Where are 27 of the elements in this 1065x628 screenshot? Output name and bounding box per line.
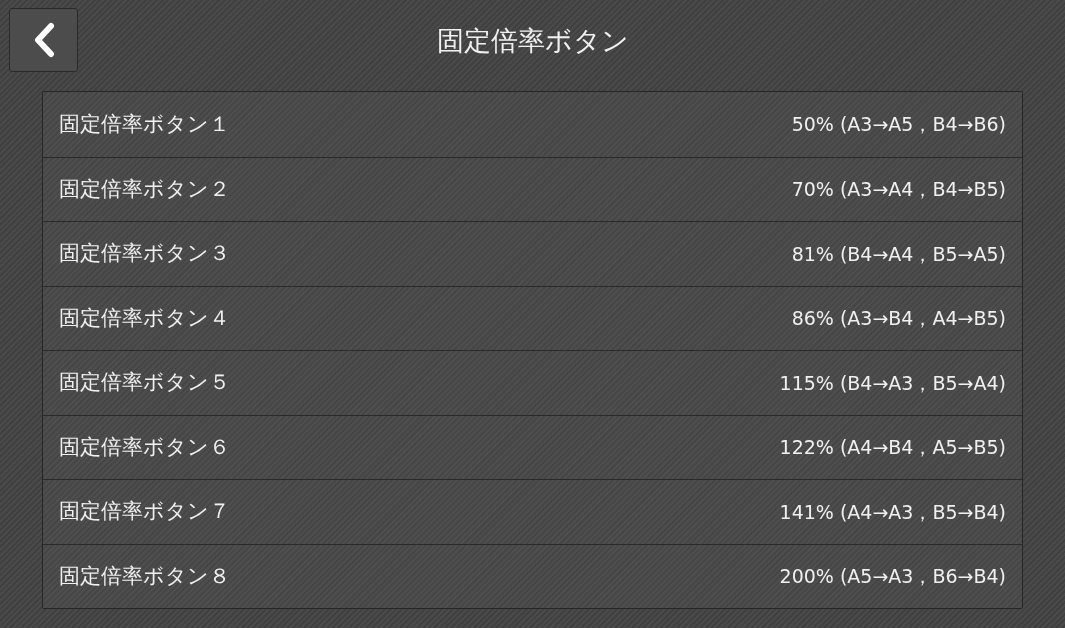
item-value: 122% (A4→B4，A5→B5)	[779, 435, 1006, 460]
item-value: 81% (B4→A4，B5→A5)	[791, 241, 1006, 267]
list-item[interactable]: 固定倍率ボタン３ 81% (B4→A4，B5→A5)	[43, 221, 1022, 286]
item-label: 固定倍率ボタン４	[59, 304, 230, 332]
list-item[interactable]: 固定倍率ボタン２ 70% (A3→A4，B4→B5)	[43, 156, 1022, 221]
list-item[interactable]: 固定倍率ボタン７ 141% (A4→A3，B5→B4)	[43, 479, 1022, 544]
item-label: 固定倍率ボタン５	[59, 369, 230, 396]
item-value: 200% (A5→A3，B6→B4)	[779, 564, 1006, 589]
list-item[interactable]: 固定倍率ボタン６ 122% (A4→B4，A5→B5)	[43, 414, 1022, 479]
back-button[interactable]	[9, 8, 78, 72]
item-label: 固定倍率ボタン２	[59, 175, 230, 203]
screen-title: 固定倍率ボタン	[436, 24, 629, 59]
list-item[interactable]: 固定倍率ボタン８ 200% (A5→A3，B6→B4)	[43, 543, 1022, 608]
item-label: 固定倍率ボタン８	[59, 562, 230, 590]
item-value: 86% (A3→B4，A4→B5)	[791, 306, 1006, 331]
list-item[interactable]: 固定倍率ボタン１ 50% (A3→A5，B4→B6)	[43, 92, 1022, 157]
item-label: 固定倍率ボタン１	[59, 110, 230, 138]
item-value: 70% (A3→A4，B4→B5)	[791, 177, 1006, 202]
list-item[interactable]: 固定倍率ボタン５ 115% (B4→A3，B5→A4)	[43, 350, 1022, 415]
back-icon	[32, 22, 55, 58]
item-label: 固定倍率ボタン７	[59, 498, 230, 525]
item-value: 50% (A3→A5，B4→B6)	[791, 112, 1006, 137]
item-value: 115% (B4→A3，B5→A4)	[779, 370, 1006, 396]
item-label: 固定倍率ボタン３	[59, 240, 230, 267]
item-value: 141% (A4→A3，B5→B4)	[779, 499, 1006, 525]
item-label: 固定倍率ボタン６	[59, 433, 230, 461]
list-item[interactable]: 固定倍率ボタン４ 86% (A3→B4，A4→B5)	[43, 285, 1022, 350]
